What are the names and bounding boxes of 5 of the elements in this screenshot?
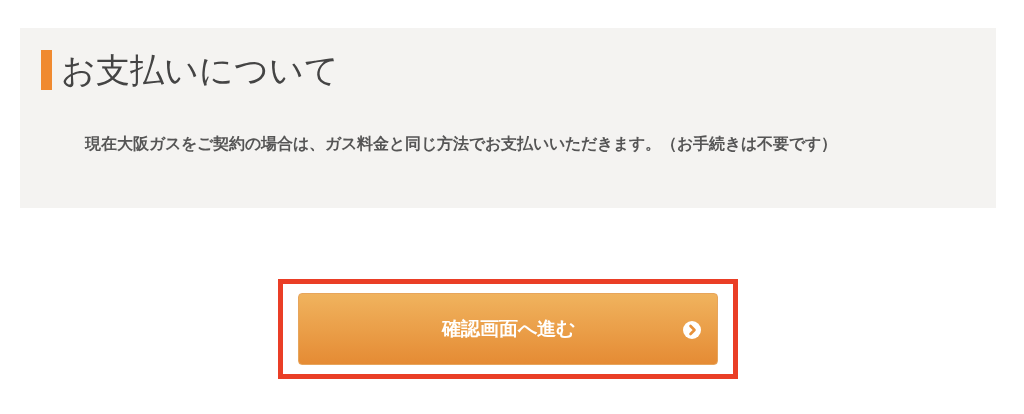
proceed-button[interactable]: 確認画面へ進む (298, 293, 718, 365)
heading-accent-bar (41, 50, 52, 90)
payment-note: 現在大阪ガスをご契約の場合は、ガス料金と同じ方法でお支払いいただきます。（お手続きは不要です） (85, 134, 838, 155)
section-title: お支払いについて (61, 49, 339, 92)
chevron-right-icon (683, 321, 701, 339)
